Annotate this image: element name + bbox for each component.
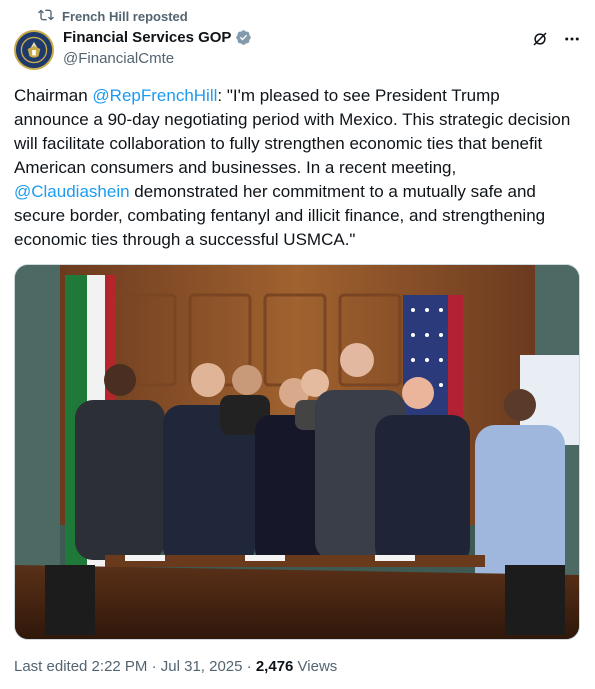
tweet-text: Chairman @RepFrenchHill: "I'm pleased to… — [14, 84, 574, 252]
tweet-text-prefix: Chairman — [14, 86, 93, 105]
author-handle[interactable]: @FinancialCmte — [63, 50, 174, 67]
mention-link[interactable]: @Claudiashein — [14, 182, 130, 201]
separator: · — [147, 658, 161, 675]
repost-indicator[interactable]: French Hill reposted — [38, 7, 188, 26]
views-count[interactable]: 2,476 — [256, 658, 294, 675]
tweet-photo[interactable] — [14, 264, 580, 640]
author-display-name[interactable]: Financial Services GOP — [63, 29, 231, 46]
post-date[interactable]: Jul 31, 2025 — [161, 658, 243, 675]
verified-badge-icon — [235, 29, 252, 46]
repost-label: French Hill reposted — [62, 9, 188, 24]
mention-link[interactable]: @RepFrenchHill — [92, 86, 217, 105]
grok-icon[interactable] — [531, 30, 549, 48]
group-photo — [15, 265, 579, 639]
avatar[interactable] — [14, 30, 54, 70]
separator: · — [242, 658, 256, 675]
tweet-meta: Last edited 2:22 PM · Jul 31, 2025 · 2,4… — [14, 658, 337, 675]
edited-timestamp[interactable]: Last edited 2:22 PM — [14, 658, 147, 675]
views-label: Views — [293, 658, 338, 675]
more-icon[interactable] — [563, 30, 581, 48]
repost-icon — [38, 7, 54, 26]
